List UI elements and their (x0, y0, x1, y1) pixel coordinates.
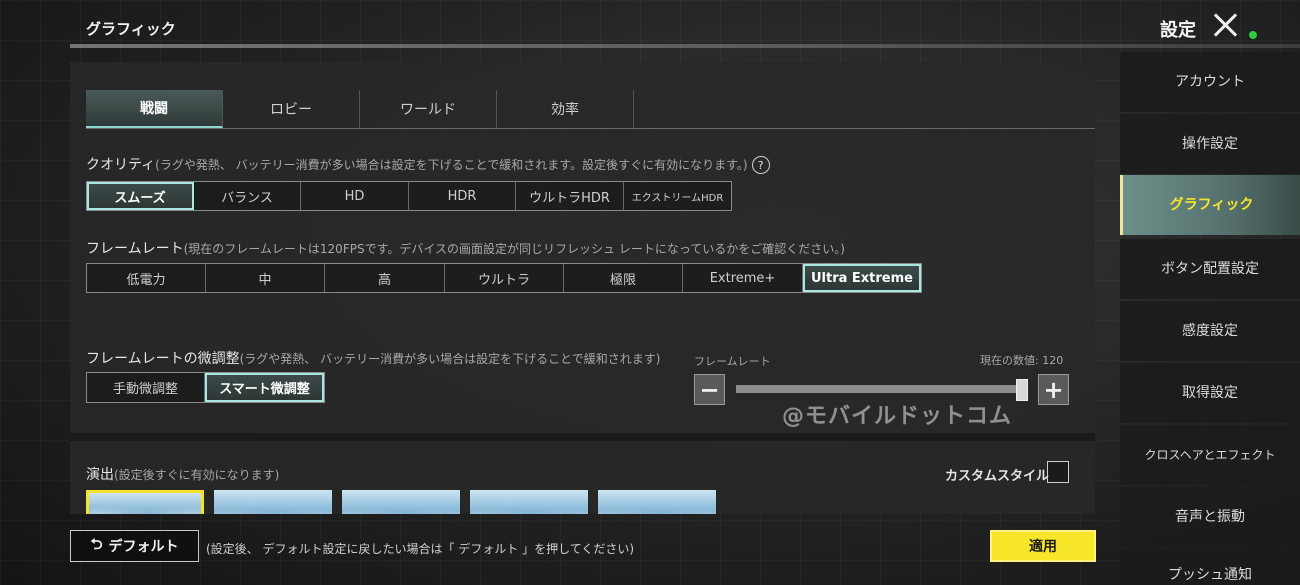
frame-rate-option-medium[interactable]: 中 (206, 264, 325, 292)
custom-style-label: カスタムスタイル (945, 469, 1050, 484)
quality-note: (ラグや発熱、 バッテリー消費が多い場合は設定を下げることで緩和されます。設定後… (155, 158, 748, 172)
frame-rate-selector: 低電力 中 高 ウルトラ 極限 Extreme+ Ultra Extreme (86, 263, 922, 293)
quality-option-smooth[interactable]: スムーズ (87, 182, 194, 210)
effects-section-label: 演出(設定後すぐに有効になります) (86, 464, 279, 484)
frame-rate-label: フレームレート (86, 241, 184, 257)
frame-rate-decrease-button[interactable]: − (694, 374, 725, 405)
default-button-label: デフォルト (108, 539, 179, 555)
quality-option-hdr[interactable]: HDR (409, 182, 516, 210)
fine-tune-label: フレームレートの微調整 (86, 351, 240, 367)
header-divider (70, 44, 1300, 48)
frame-rate-option-low-power[interactable]: 低電力 (87, 264, 206, 292)
quality-section-label: クオリティ(ラグや発熱、 バッテリー消費が多い場合は設定を下げることで緩和されま… (86, 154, 770, 174)
help-icon[interactable]: ? (751, 156, 770, 174)
frame-rate-option-extreme[interactable]: 極限 (564, 264, 683, 292)
effects-note: (設定後すぐに有効になります) (114, 468, 280, 482)
quality-selector: スムーズ バランス HD HDR ウルトラHDR エクストリームHDR (86, 181, 732, 211)
tab-bar: 戦闘 ロビー ワールド 効率 (86, 90, 1095, 129)
effect-thumbnail[interactable] (86, 490, 204, 514)
frame-rate-option-high[interactable]: 高 (325, 264, 445, 292)
sidebar-item-label: 操作設定 (1182, 135, 1238, 152)
effects-thumbnails (86, 490, 716, 514)
tab-lobby[interactable]: ロビー (223, 90, 360, 128)
custom-style-checkbox[interactable] (1047, 461, 1069, 483)
fine-tune-section-label: フレームレートの微調整(ラグや発熱、 バッテリー消費が多い場合は設定を下げること… (86, 348, 660, 368)
settings-label: 設定 (1160, 20, 1196, 41)
frame-rate-slider[interactable] (736, 379, 1028, 401)
effect-thumbnail[interactable] (342, 490, 460, 514)
sidebar-item-label: 感度設定 (1182, 322, 1238, 339)
sidebar-item-label: アカウント (1175, 73, 1245, 90)
frame-rate-increase-button[interactable]: + (1038, 374, 1069, 405)
sidebar-item-sensitivity[interactable]: 感度設定 (1120, 301, 1300, 361)
sidebar-item-label: プッシュ通知 (1168, 567, 1252, 584)
quality-option-hd[interactable]: HD (301, 182, 409, 210)
effect-thumbnail[interactable] (598, 490, 716, 514)
quality-label: クオリティ (86, 157, 156, 173)
sidebar-item-button-layout[interactable]: ボタン配置設定 (1120, 239, 1300, 299)
slider-value: 現在の数値: 120 (980, 354, 1064, 367)
sidebar-item-graphics[interactable]: グラフィック (1120, 175, 1300, 235)
sidebar-item-controls[interactable]: 操作設定 (1120, 114, 1300, 174)
quality-option-balanced[interactable]: バランス (194, 182, 301, 210)
frame-rate-note: (現在のフレームレートは120FPSです。デバイスの画面設定が同じリフレッシュ … (183, 242, 845, 256)
slider-thumb[interactable] (1015, 379, 1028, 401)
sidebar-item-crosshair-effects[interactable]: クロスヘアとエフェクト (1120, 425, 1300, 485)
undo-icon: ⮌ (90, 534, 103, 553)
sidebar-item-label: ボタン配置設定 (1161, 260, 1259, 277)
close-icon[interactable] (1210, 10, 1240, 40)
frame-rate-section-label: フレームレート(現在のフレームレートは120FPSです。デバイスの画面設定が同じ… (86, 238, 845, 258)
apply-button[interactable]: 適用 (990, 530, 1096, 562)
frame-rate-option-ultra[interactable]: ウルトラ (445, 264, 564, 292)
settings-sidebar: アカウント 操作設定 グラフィック ボタン配置設定 感度設定 取得設定 クロスヘ… (1120, 50, 1300, 585)
frame-rate-option-extreme-plus[interactable]: Extreme+ (683, 264, 803, 292)
fine-tune-selector: 手動微調整 スマート微調整 (86, 372, 325, 403)
status-dot (1249, 31, 1257, 39)
sidebar-item-label: クロスヘアとエフェクト (1144, 447, 1276, 462)
tab-combat[interactable]: 戦闘 (86, 90, 223, 128)
effect-thumbnail[interactable] (214, 490, 332, 514)
sidebar-item-account[interactable]: アカウント (1120, 52, 1300, 112)
fine-tune-option-manual[interactable]: 手動微調整 (87, 373, 205, 402)
graphics-settings-panel: 戦闘 ロビー ワールド 効率 クオリティ(ラグや発熱、 バッテリー消費が多い場合… (70, 62, 1095, 514)
fine-tune-option-smart[interactable]: スマート微調整 (205, 373, 324, 402)
section-divider (70, 433, 1095, 441)
page-title: グラフィック (86, 20, 176, 38)
sidebar-item-label: 音声と振動 (1175, 508, 1245, 525)
fine-tune-note: (ラグや発熱、 バッテリー消費が多い場合は設定を下げることで緩和されます) (239, 352, 661, 366)
effect-thumbnail[interactable] (470, 490, 588, 514)
default-button[interactable]: ⮌ デフォルト (70, 530, 199, 562)
frame-rate-option-ultra-extreme[interactable]: Ultra Extreme (803, 264, 921, 292)
sidebar-item-audio-vibration[interactable]: 音声と振動 (1120, 487, 1300, 547)
tab-world[interactable]: ワールド (360, 90, 497, 128)
slider-label: フレームレート (694, 355, 771, 368)
quality-option-ultra-hdr[interactable]: ウルトラHDR (516, 182, 624, 210)
sidebar-item-label: グラフィック (1169, 196, 1254, 213)
sidebar-item-label: 取得設定 (1182, 384, 1238, 401)
effects-label: 演出 (86, 467, 114, 483)
slider-fill (736, 385, 1022, 393)
tab-efficiency[interactable]: 効率 (497, 90, 634, 128)
watermark: @モバイルドットコム (782, 404, 1013, 429)
default-note: (設定後、 デフォルト設定に戻したい場合は「 デフォルト 」を押してください) (206, 542, 635, 556)
sidebar-item-push-notifications[interactable]: プッシュ通知 (1120, 549, 1300, 585)
quality-option-extreme-hdr[interactable]: エクストリームHDR (624, 182, 731, 210)
sidebar-item-pickup[interactable]: 取得設定 (1120, 363, 1300, 423)
